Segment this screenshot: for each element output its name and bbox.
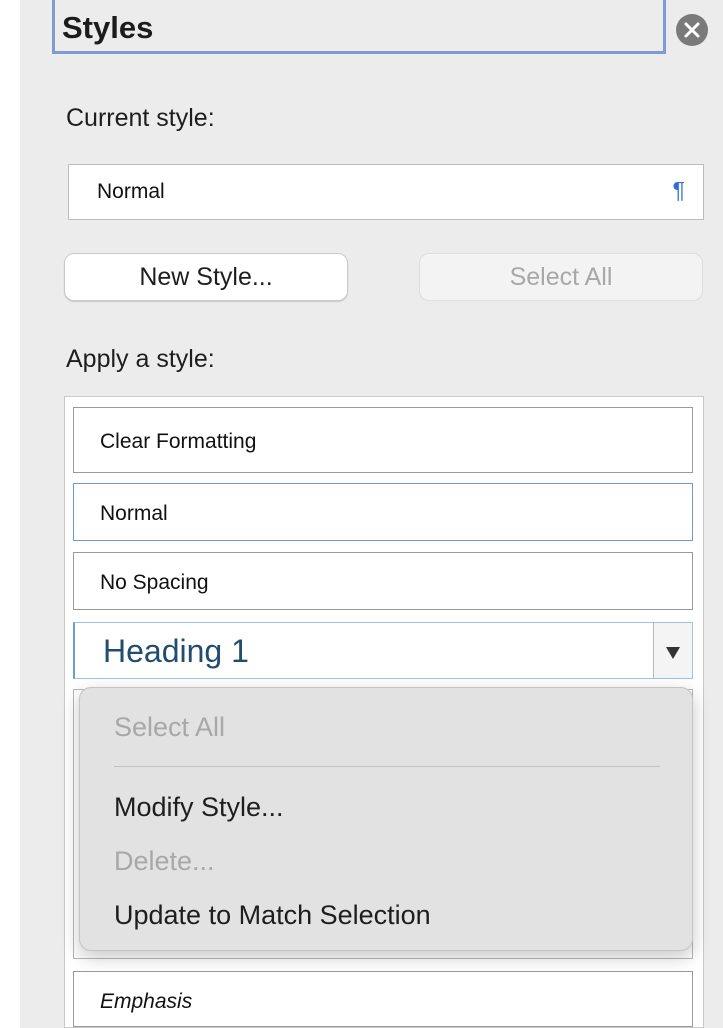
menu-separator <box>114 766 660 767</box>
apply-style-label: Apply a style: <box>66 345 215 373</box>
style-item-clear-formatting[interactable]: Clear Formatting <box>73 407 693 473</box>
close-icon[interactable] <box>676 14 708 46</box>
context-menu: Select All Modify Style... Delete... Upd… <box>79 687 693 951</box>
style-item-normal[interactable]: Normal <box>73 483 693 541</box>
style-item-label: No Spacing <box>100 571 209 594</box>
style-item-emphasis[interactable]: Emphasis <box>73 971 693 1027</box>
style-dropdown-button[interactable] <box>653 623 692 678</box>
style-item-label: Normal <box>100 502 168 525</box>
new-style-button[interactable]: New Style... <box>64 253 348 301</box>
paragraph-mark-icon: ¶ <box>672 177 685 203</box>
current-style-field: Normal ¶ <box>68 164 704 220</box>
style-item-label: Emphasis <box>100 990 193 1013</box>
triangle-down-icon <box>666 647 680 659</box>
menu-item-select-all[interactable]: Select All <box>114 712 225 743</box>
style-item-heading-1[interactable]: Heading 1 <box>73 622 693 679</box>
menu-item-delete[interactable]: Delete... <box>114 846 215 877</box>
menu-item-modify-style[interactable]: Modify Style... <box>114 792 284 823</box>
style-item-label: Heading 1 <box>103 633 249 669</box>
current-style-label: Current style: <box>66 104 215 132</box>
style-item-no-spacing[interactable]: No Spacing <box>73 552 693 610</box>
current-style-value: Normal <box>97 180 165 203</box>
select-all-button[interactable]: Select All <box>419 253 703 301</box>
menu-item-update-to-match[interactable]: Update to Match Selection <box>114 900 431 931</box>
panel-title: Styles <box>62 10 154 45</box>
style-item-label: Clear Formatting <box>100 430 257 453</box>
